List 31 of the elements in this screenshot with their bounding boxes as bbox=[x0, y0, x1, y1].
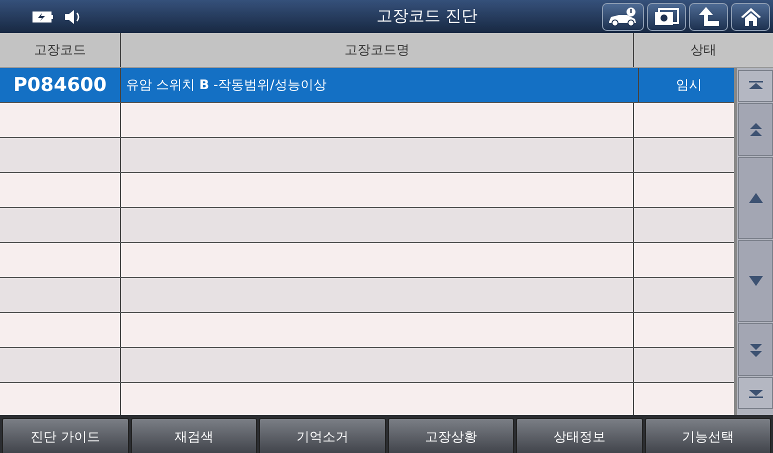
scroll-pageup-button[interactable] bbox=[738, 103, 773, 156]
scroll-down-button[interactable] bbox=[738, 240, 773, 322]
table-row[interactable]: P084600 유암 스위치 B -작동범위/성능이상 임시 bbox=[0, 68, 734, 103]
battery-icon bbox=[32, 10, 54, 22]
column-header: 상태 bbox=[690, 42, 718, 60]
footer-button[interactable]: 기능선택 bbox=[644, 418, 771, 453]
footer-button[interactable]: 진단 가이드 bbox=[2, 418, 128, 453]
back-button[interactable] bbox=[689, 2, 728, 30]
footer-button[interactable]: 재검색 bbox=[130, 418, 257, 453]
screen-capture-button[interactable] bbox=[647, 2, 686, 30]
footer-button[interactable]: 기억소거 bbox=[259, 418, 386, 453]
vehicle-info-button[interactable] bbox=[602, 2, 644, 30]
code-cell: P084600 bbox=[0, 68, 121, 102]
footer-button[interactable]: 고장상황 bbox=[388, 418, 514, 453]
window-title: 고장코드 진단 bbox=[375, 6, 479, 27]
column-header: 고장코드명 bbox=[121, 33, 634, 67]
double-triangle-icon bbox=[748, 122, 764, 138]
home-icon bbox=[740, 6, 762, 28]
status-cell-text: 임시 bbox=[675, 77, 703, 95]
scroll-up-button[interactable] bbox=[738, 157, 773, 239]
scroll-pagedown-button[interactable] bbox=[738, 323, 773, 376]
car-icon bbox=[607, 6, 639, 26]
camera-icon bbox=[654, 6, 680, 26]
up-arrow-icon bbox=[698, 6, 720, 28]
double-triangle-icon bbox=[748, 342, 764, 358]
footer-button[interactable]: 상태정보 bbox=[516, 418, 642, 453]
scroll-bottom-button[interactable] bbox=[738, 377, 773, 409]
home-button[interactable] bbox=[731, 2, 770, 30]
column-header: 고장코드 bbox=[0, 33, 121, 67]
scroll-top-button[interactable] bbox=[738, 70, 773, 102]
name-cell: 유암 스위치 B -작동범위/성능이상 bbox=[121, 68, 639, 102]
